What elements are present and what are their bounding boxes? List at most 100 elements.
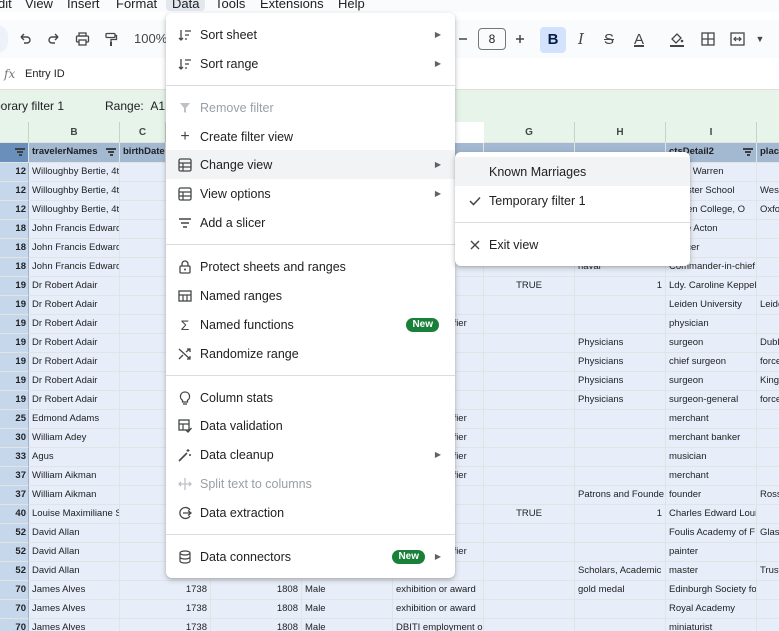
cell-traveler-name[interactable]: James Alves bbox=[29, 600, 120, 619]
row-number[interactable]: 37 bbox=[0, 467, 29, 486]
menu-data[interactable]: Data bbox=[166, 0, 206, 11]
cell-col-i[interactable]: miniaturist bbox=[666, 619, 757, 631]
cell-birth-date[interactable]: 1738 bbox=[120, 619, 211, 631]
cell-col-h[interactable] bbox=[575, 600, 666, 619]
cell-col-h[interactable] bbox=[575, 448, 666, 467]
cell-entry-type[interactable]: exhibition or award bbox=[393, 600, 484, 619]
cell-traveler-name[interactable]: William Aikman bbox=[29, 467, 120, 486]
cell-col-i[interactable]: founder bbox=[666, 486, 757, 505]
cell-col-h[interactable]: Patrons and Founde bbox=[575, 486, 666, 505]
paint-format-icon[interactable] bbox=[100, 27, 122, 51]
cell-col-g[interactable] bbox=[484, 600, 575, 619]
row-number[interactable]: 18 bbox=[0, 258, 29, 277]
submenu-item-temporary-filter[interactable]: Temporary filter 1 bbox=[455, 186, 690, 215]
cell-traveler-name[interactable]: John Francis Edward bbox=[29, 220, 120, 239]
zoom-select[interactable]: 100% bbox=[134, 31, 167, 46]
cell-col-i[interactable]: master bbox=[666, 562, 757, 581]
cell-col-i[interactable]: Royal Academy bbox=[666, 600, 757, 619]
cell-col-j[interactable] bbox=[757, 448, 779, 467]
cell-col-j[interactable]: Ross bbox=[757, 486, 779, 505]
cell-traveler-name[interactable]: David Allan bbox=[29, 543, 120, 562]
cell-col-g[interactable] bbox=[484, 372, 575, 391]
cell-col-h[interactable]: 1 bbox=[575, 277, 666, 296]
row-number[interactable]: 19 bbox=[0, 353, 29, 372]
menu-item-change-view[interactable]: Change view ▶ bbox=[166, 150, 455, 179]
menu-item-sort-range[interactable]: Sort range ▶ bbox=[166, 49, 455, 78]
cell-death-date[interactable]: 1808 bbox=[211, 619, 302, 631]
cell-traveler-name[interactable]: Dr Robert Adair bbox=[29, 277, 120, 296]
row-number[interactable]: 52 bbox=[0, 562, 29, 581]
cell-col-j[interactable] bbox=[757, 619, 779, 631]
row-number[interactable]: 52 bbox=[0, 524, 29, 543]
menu-view[interactable]: View bbox=[25, 0, 53, 11]
cell-col-i[interactable]: surgeon bbox=[666, 334, 757, 353]
cell-col-j[interactable] bbox=[757, 505, 779, 524]
cell-col-i[interactable]: Foulis Academy of F bbox=[666, 524, 757, 543]
menu-format[interactable]: Format bbox=[116, 0, 157, 11]
row-number[interactable]: 40 bbox=[0, 505, 29, 524]
cell-traveler-name[interactable]: Dr Robert Adair bbox=[29, 353, 120, 372]
cell-col-h[interactable] bbox=[575, 410, 666, 429]
cell-col-h[interactable]: gold medal bbox=[575, 581, 666, 600]
menu-item-randomize-range[interactable]: Randomize range bbox=[166, 339, 455, 368]
menu-tools[interactable]: Tools bbox=[215, 0, 245, 11]
menu-item-protect-sheets[interactable]: Protect sheets and ranges bbox=[166, 252, 455, 281]
cell-traveler-name[interactable]: William Aikman bbox=[29, 486, 120, 505]
menu-item-data-cleanup[interactable]: Data cleanup ▶ bbox=[166, 440, 455, 469]
cell-traveler-name[interactable]: Louise Maximiliane S bbox=[29, 505, 120, 524]
cell-col-i[interactable]: chief surgeon bbox=[666, 353, 757, 372]
column-header-h[interactable]: H bbox=[575, 122, 666, 143]
cell-col-j[interactable] bbox=[757, 315, 779, 334]
cell-traveler-name[interactable]: David Allan bbox=[29, 524, 120, 543]
cell-col-g[interactable] bbox=[484, 334, 575, 353]
row-number[interactable]: 33 bbox=[0, 448, 29, 467]
cell-col-h[interactable]: Physicians bbox=[575, 353, 666, 372]
fill-color-icon[interactable] bbox=[666, 27, 688, 51]
submenu-item-exit-view[interactable]: Exit view bbox=[455, 230, 690, 259]
cell-col-j[interactable]: Dubli bbox=[757, 334, 779, 353]
submenu-item-known-marriages[interactable]: Known Marriages bbox=[455, 157, 690, 186]
cell-traveler-name[interactable]: James Alves bbox=[29, 581, 120, 600]
cell-traveler-name[interactable]: Dr Robert Adair bbox=[29, 315, 120, 334]
cell-col-j[interactable]: force bbox=[757, 353, 779, 372]
cell-col-i[interactable]: physician bbox=[666, 315, 757, 334]
cell-col-j[interactable] bbox=[757, 600, 779, 619]
cell-col-g[interactable] bbox=[484, 524, 575, 543]
row-number[interactable]: 70 bbox=[0, 600, 29, 619]
menu-item-add-slicer[interactable]: Add a slicer bbox=[166, 208, 455, 237]
row-number[interactable]: 18 bbox=[0, 239, 29, 258]
menu-item-data-validation[interactable]: Data validation bbox=[166, 411, 455, 440]
cell-col-g[interactable] bbox=[484, 562, 575, 581]
cell-traveler-name[interactable]: Dr Robert Adair bbox=[29, 372, 120, 391]
menu-extensions[interactable]: Extensions bbox=[260, 0, 324, 11]
merge-dropdown-icon[interactable]: ▼ bbox=[749, 27, 771, 51]
cell-col-h[interactable]: Physicians bbox=[575, 372, 666, 391]
cell-col-j[interactable]: West bbox=[757, 182, 779, 201]
cell-gender[interactable]: Male bbox=[302, 619, 393, 631]
menu-item-create-filter-view[interactable]: + Create filter view bbox=[166, 122, 455, 151]
filter-icon[interactable] bbox=[106, 148, 116, 156]
cell-col-h[interactable] bbox=[575, 524, 666, 543]
cell-death-date[interactable]: 1808 bbox=[211, 581, 302, 600]
row-number[interactable]: 12 bbox=[0, 163, 29, 182]
cell-col-h[interactable] bbox=[575, 543, 666, 562]
cell-gender[interactable]: Male bbox=[302, 581, 393, 600]
column-header-b[interactable]: B bbox=[29, 122, 120, 143]
cell-col-g[interactable] bbox=[484, 467, 575, 486]
cell-col-i[interactable]: Leiden University bbox=[666, 296, 757, 315]
cell-col-h[interactable] bbox=[575, 296, 666, 315]
menu-insert[interactable]: Insert bbox=[67, 0, 100, 11]
cell-col-h[interactable]: Scholars, Academic bbox=[575, 562, 666, 581]
filter-icon[interactable] bbox=[743, 148, 753, 156]
row-number[interactable]: 19 bbox=[0, 391, 29, 410]
cell-traveler-name[interactable]: David Allan bbox=[29, 562, 120, 581]
cell-col-j[interactable]: Oxfo bbox=[757, 201, 779, 220]
menu-item-view-options[interactable]: View options ▶ bbox=[166, 179, 455, 208]
redo-icon[interactable] bbox=[43, 27, 65, 51]
filter-icon[interactable] bbox=[15, 148, 25, 156]
menu-item-data-extraction[interactable]: Data extraction bbox=[166, 498, 455, 527]
cell-traveler-name[interactable]: Agus bbox=[29, 448, 120, 467]
row-number[interactable]: 25 bbox=[0, 410, 29, 429]
increase-font-size-icon[interactable] bbox=[509, 27, 531, 51]
cell-col-h[interactable]: Physicians bbox=[575, 391, 666, 410]
